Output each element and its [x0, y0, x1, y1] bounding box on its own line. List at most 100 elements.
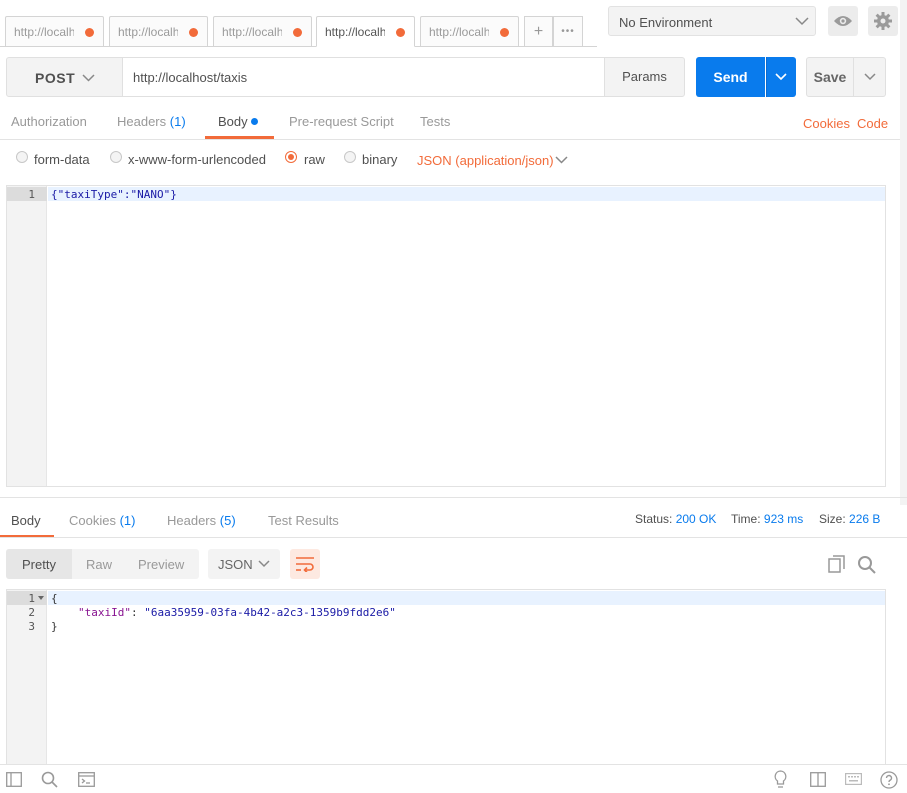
tab-body[interactable]: Body	[218, 114, 258, 129]
tab-prerequest-script[interactable]: Pre-request Script	[289, 114, 394, 129]
lightbulb-icon[interactable]	[774, 770, 787, 789]
cookies-label: Cookies	[69, 513, 116, 528]
divider	[0, 537, 907, 538]
request-tab-1[interactable]: http://localhost/taxis	[5, 16, 104, 47]
save-options-button[interactable]	[854, 57, 886, 97]
fold-arrow-icon[interactable]	[38, 596, 44, 601]
tab-tests[interactable]: Tests	[420, 114, 450, 129]
urlencoded-label: x-www-form-urlencoded	[128, 152, 266, 167]
cookies-link[interactable]: Cookies	[803, 116, 850, 131]
wrap-icon	[296, 557, 314, 572]
headers-count: (5)	[219, 513, 236, 528]
eye-icon	[834, 16, 852, 26]
request-tab-4-active[interactable]: http://localhost/taxis	[316, 16, 415, 47]
method-select[interactable]: POST	[6, 57, 123, 97]
tab-headers[interactable]: Headers (1)	[117, 114, 186, 129]
divider	[0, 139, 907, 140]
tab-label: http://localhost/taxis	[14, 25, 74, 39]
method-label: POST	[35, 70, 76, 86]
tab-label: http://localhost/taxis	[118, 25, 178, 39]
time-readout: Time: 923 ms	[731, 512, 803, 526]
response-tab-headers[interactable]: Headers (5)	[167, 513, 236, 528]
request-tab-2[interactable]: http://localhost/taxis	[109, 16, 208, 47]
pretty-button[interactable]: Pretty	[22, 557, 56, 572]
settings-button[interactable]	[868, 6, 898, 36]
scrollbar[interactable]	[900, 0, 907, 505]
divider	[766, 57, 767, 97]
tab-authorization[interactable]: Authorization	[11, 114, 87, 129]
cookies-count: (1)	[119, 513, 136, 528]
line-gutter	[7, 186, 47, 486]
chevron-down-icon	[775, 73, 787, 81]
status-label: Status:	[635, 512, 673, 526]
raw-label: raw	[304, 152, 325, 167]
time-label: Time:	[731, 512, 761, 526]
wrap-lines-button[interactable]	[290, 549, 320, 579]
two-pane-view-icon[interactable]	[810, 772, 826, 787]
content-type-select[interactable]: JSON (application/json)	[417, 153, 554, 168]
save-button[interactable]: Save	[806, 57, 854, 97]
tab-label: http://localhost/taxis	[222, 25, 282, 39]
chevron-down-icon	[258, 560, 270, 568]
preview-button[interactable]: Preview	[138, 557, 184, 572]
search-icon[interactable]	[857, 555, 876, 574]
status-bar	[0, 764, 907, 793]
environment-quick-look-button[interactable]	[828, 6, 858, 36]
json-separator: :	[130, 606, 145, 619]
code-link[interactable]: Code	[857, 116, 888, 131]
console-icon[interactable]	[78, 772, 95, 787]
unsaved-dot-icon	[293, 28, 302, 37]
environment-label: No Environment	[619, 15, 713, 30]
request-body-editor[interactable]: 1 {"taxiType":"NANO"}	[6, 185, 886, 487]
help-icon[interactable]	[880, 771, 898, 789]
request-tab-5[interactable]: http://localhost/taxis	[420, 16, 519, 47]
size-value: 226 B	[849, 512, 881, 526]
request-body-code[interactable]: {"taxiType":"NANO"}	[51, 188, 177, 201]
unsaved-dot-icon	[189, 28, 198, 37]
body-indicator-dot-icon	[251, 118, 258, 125]
new-tab-button[interactable]: +	[524, 16, 553, 47]
tab-headers-label: Headers	[117, 114, 167, 129]
response-tab-cookies[interactable]: Cookies (1)	[69, 513, 135, 528]
radio-form-data[interactable]	[16, 151, 28, 163]
form-data-label: form-data	[34, 152, 90, 167]
keyboard-shortcuts-icon[interactable]	[845, 773, 862, 785]
tab-options-button[interactable]: •••	[553, 16, 583, 47]
chevron-down-icon	[864, 73, 876, 81]
environment-select[interactable]: No Environment	[608, 6, 816, 36]
radio-urlencoded[interactable]	[110, 151, 122, 163]
search-icon[interactable]	[41, 771, 58, 788]
radio-raw[interactable]	[285, 151, 297, 163]
time-value: 923 ms	[763, 512, 804, 526]
more-icon: •••	[561, 26, 575, 37]
radio-binary[interactable]	[344, 151, 356, 163]
response-body-viewer[interactable]: 1 2 3 { "taxiId": "6aa35959-03fa-4b42-a2…	[6, 589, 886, 769]
content-type-label: JSON (application/json)	[417, 153, 554, 168]
divider	[0, 497, 907, 498]
copy-icon[interactable]	[828, 555, 846, 573]
size-label: Size:	[819, 512, 846, 526]
binary-label: binary	[362, 152, 398, 167]
send-options-button[interactable]	[766, 57, 796, 97]
status-readout: Status: 200 OK	[635, 512, 716, 526]
unsaved-dot-icon	[500, 28, 509, 37]
url-value: http://localhost/taxis	[133, 70, 248, 85]
tab-label: http://localhost/taxis	[325, 25, 385, 39]
response-tab-body[interactable]: Body	[11, 513, 41, 528]
raw-button[interactable]: Raw	[86, 557, 112, 572]
format-label: JSON	[218, 557, 253, 572]
sidebar-toggle-icon[interactable]	[6, 772, 22, 787]
chevron-down-icon	[555, 156, 568, 164]
params-button[interactable]: Params	[604, 57, 685, 97]
json-key: "taxiId"	[78, 606, 131, 619]
url-input[interactable]: http://localhost/taxis	[123, 57, 605, 97]
request-tab-3[interactable]: http://localhost/taxis	[213, 16, 312, 47]
tab-label: http://localhost/taxis	[429, 25, 489, 39]
line-number: 2	[28, 606, 35, 619]
response-tab-test-results[interactable]: Test Results	[268, 513, 339, 528]
plus-icon: +	[533, 23, 544, 40]
line-number: 1	[28, 592, 35, 605]
send-button[interactable]: Send	[696, 57, 765, 97]
format-select[interactable]: JSON	[208, 549, 280, 579]
active-line	[48, 591, 885, 605]
